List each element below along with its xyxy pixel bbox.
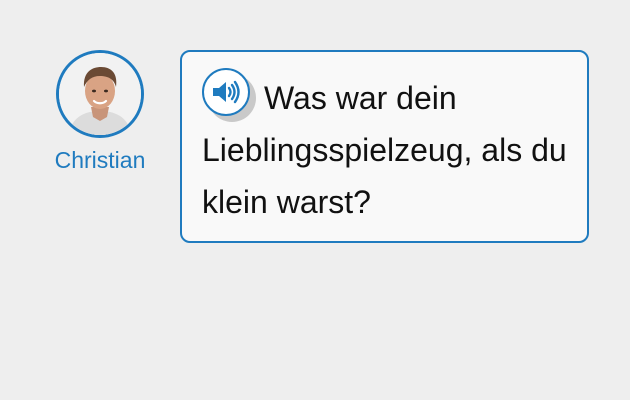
question-text: Was war dein Lieblingsspielzeug, als du … [202,80,567,220]
speaker-name: Christian [54,147,146,173]
play-audio-button[interactable] [202,68,256,122]
speaker-icon [213,80,240,104]
bubble-content: Was war dein Lieblingsspielzeug, als du … [202,68,567,228]
person-photo-icon [59,53,141,135]
avatar [56,50,144,138]
speech-bubble: Was war dein Lieblingsspielzeug, als du … [180,50,589,243]
speaker-panel: Christian [44,50,156,173]
